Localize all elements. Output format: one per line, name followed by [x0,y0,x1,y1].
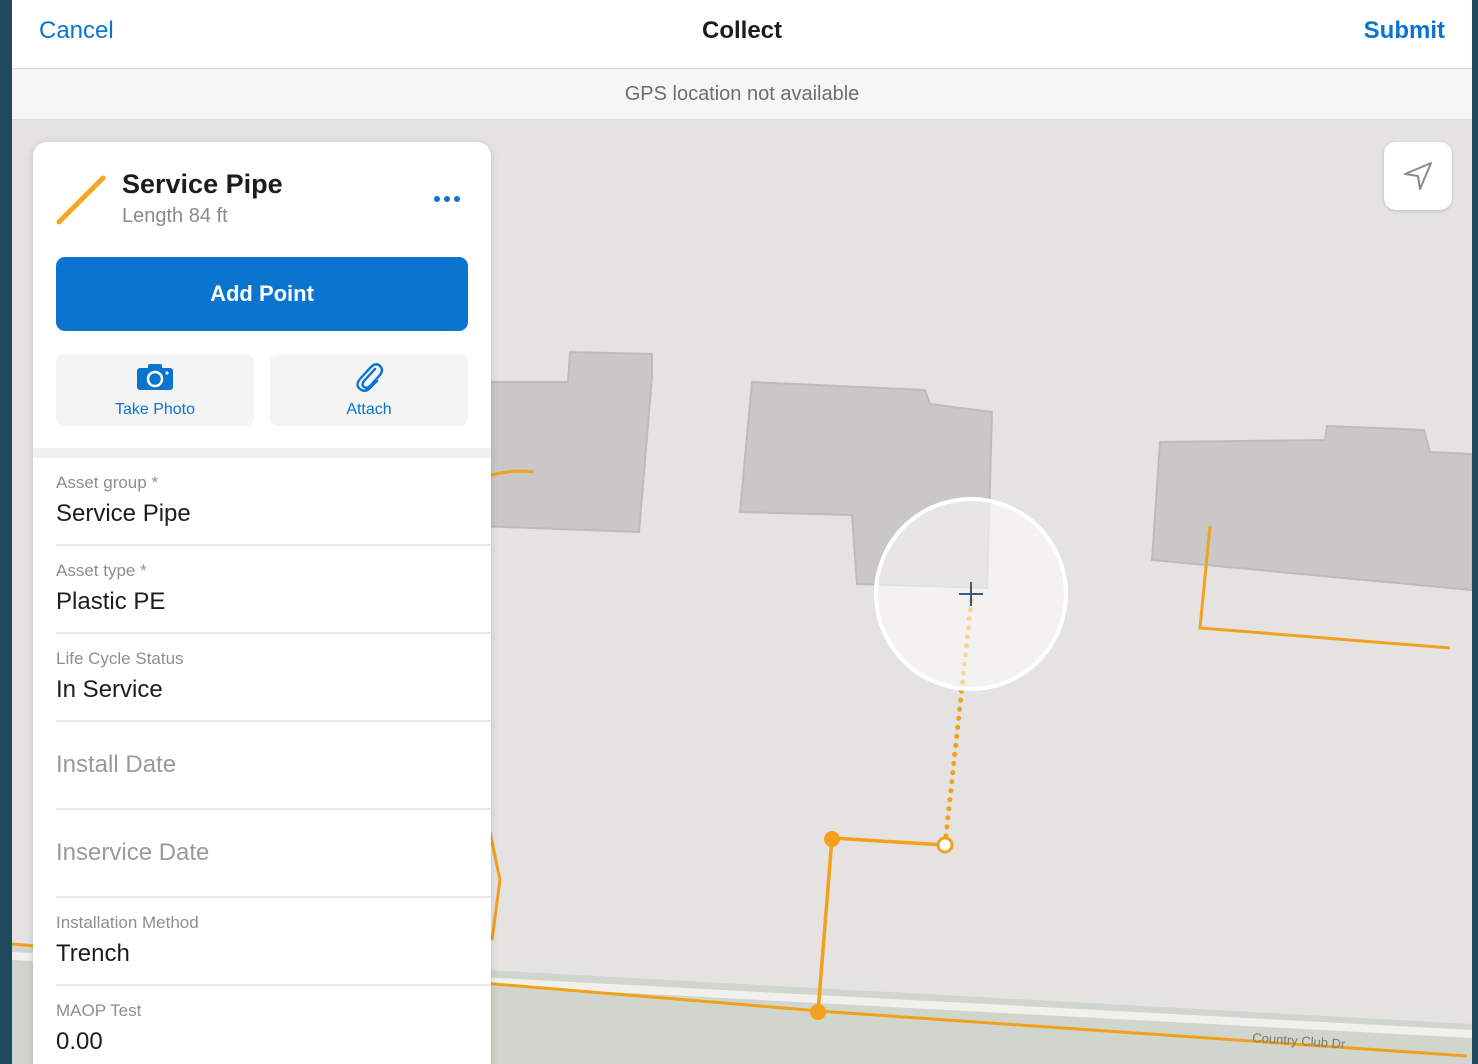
field-life-cycle-status[interactable]: Life Cycle Status In Service [56,634,491,722]
ellipsis-icon[interactable] [429,186,465,212]
field-value: 0.00 [56,1028,103,1055]
panel-header: Service Pipe Length 84 ft Add Point Take… [33,142,491,447]
field-placeholder: Inservice Date [56,839,210,866]
add-point-button[interactable]: Add Point [56,257,468,331]
field-value: Plastic PE [56,588,166,615]
field-maop-test[interactable]: MAOP Test 0.00 [56,986,491,1064]
page-title: Collect [701,17,782,44]
attach-label: Attach [346,401,392,418]
navigation-arrow-icon [1404,162,1432,190]
field-label: Asset type * [56,561,147,580]
field-installation-method[interactable]: Installation Method Trench [56,898,491,986]
locate-button[interactable] [1384,142,1452,210]
take-photo-label: Take Photo [114,401,196,418]
navigation-bar: Cancel Collect Submit [12,0,1472,69]
field-value: In Service [56,676,163,703]
field-label: Asset group * [56,473,159,492]
gps-status-bar: GPS location not available [12,69,1472,120]
vertex-point [824,831,840,847]
field-label: MAOP Test [56,1001,142,1020]
field-label: Installation Method [56,913,199,932]
building-right [1150,424,1472,592]
gps-status-text: GPS location not available [624,83,860,105]
field-label: Life Cycle Status [56,649,184,668]
field-value: Trench [56,940,130,967]
field-inservice-date[interactable]: Inservice Date [56,810,491,898]
line-feature-icon [56,175,106,225]
field-placeholder: Install Date [56,751,177,778]
field-asset-group[interactable]: Asset group * Service Pipe [56,458,491,546]
camera-icon [137,364,173,390]
pipe-left-edge [488,831,502,941]
vertex-point [810,1004,826,1020]
pipe-service [816,836,946,1013]
vertex-point-open [936,836,954,854]
field-value: Service Pipe [56,500,191,527]
field-asset-type[interactable]: Asset type * Plastic PE [56,546,491,634]
field-install-date[interactable]: Install Date [56,722,491,810]
attach-button[interactable]: Attach [270,354,468,426]
attribute-form: Asset group * Service Pipe Asset type * … [33,448,491,1064]
feature-panel: Service Pipe Length 84 ft Add Point Take… [33,142,491,1064]
feature-length: Length 84 ft [122,205,228,227]
collect-screen: Cancel Collect Submit GPS location not a… [12,0,1472,1064]
take-photo-button[interactable]: Take Photo [56,354,254,426]
submit-button[interactable]: Submit [1364,17,1445,45]
paperclip-icon [356,363,384,392]
feature-title: Service Pipe [122,169,283,199]
